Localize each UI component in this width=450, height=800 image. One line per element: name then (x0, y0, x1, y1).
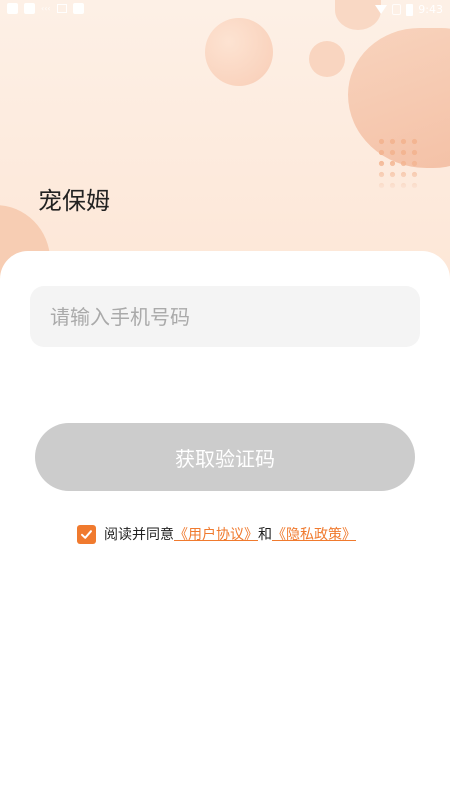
notification-text: ‹‹‹ (41, 4, 51, 13)
user-agreement-link[interactable]: 《用户协议》 (174, 524, 258, 544)
status-time: 9:43 (418, 3, 443, 16)
status-system: 9:43 (375, 3, 443, 16)
agreement-checkbox[interactable] (77, 524, 96, 544)
sim-icon (392, 4, 402, 15)
agreement-conjunction: 和 (258, 527, 272, 543)
download-icon (72, 3, 84, 14)
phone-number-input[interactable] (30, 286, 420, 347)
privacy-policy-link[interactable]: 《隐私政策》 (272, 524, 356, 544)
wifi-icon (375, 5, 388, 14)
notification-icon (7, 3, 18, 14)
agreement-row: 阅读并同意 《用户协议》 和 《隐私政策》 (77, 524, 356, 544)
status-bar: ‹‹‹ 9:43 (0, 0, 450, 20)
notification-icon (24, 3, 35, 14)
check-icon (81, 529, 92, 539)
image-icon (56, 4, 67, 13)
status-notifications: ‹‹‹ (7, 3, 84, 14)
decor-circle (205, 18, 273, 86)
login-screen: ‹‹‹ 9:43 宠保姆 获取验证码 阅读并同意 《用户协议》 和 《隐私政策》 (0, 0, 450, 800)
agreement-prefix: 阅读并同意 (104, 527, 174, 543)
decor-circle (309, 41, 345, 77)
get-verification-code-button[interactable]: 获取验证码 (35, 423, 415, 491)
decor-dot-grid (376, 136, 420, 192)
app-title: 宠保姆 (38, 187, 110, 215)
battery-icon (406, 3, 414, 16)
